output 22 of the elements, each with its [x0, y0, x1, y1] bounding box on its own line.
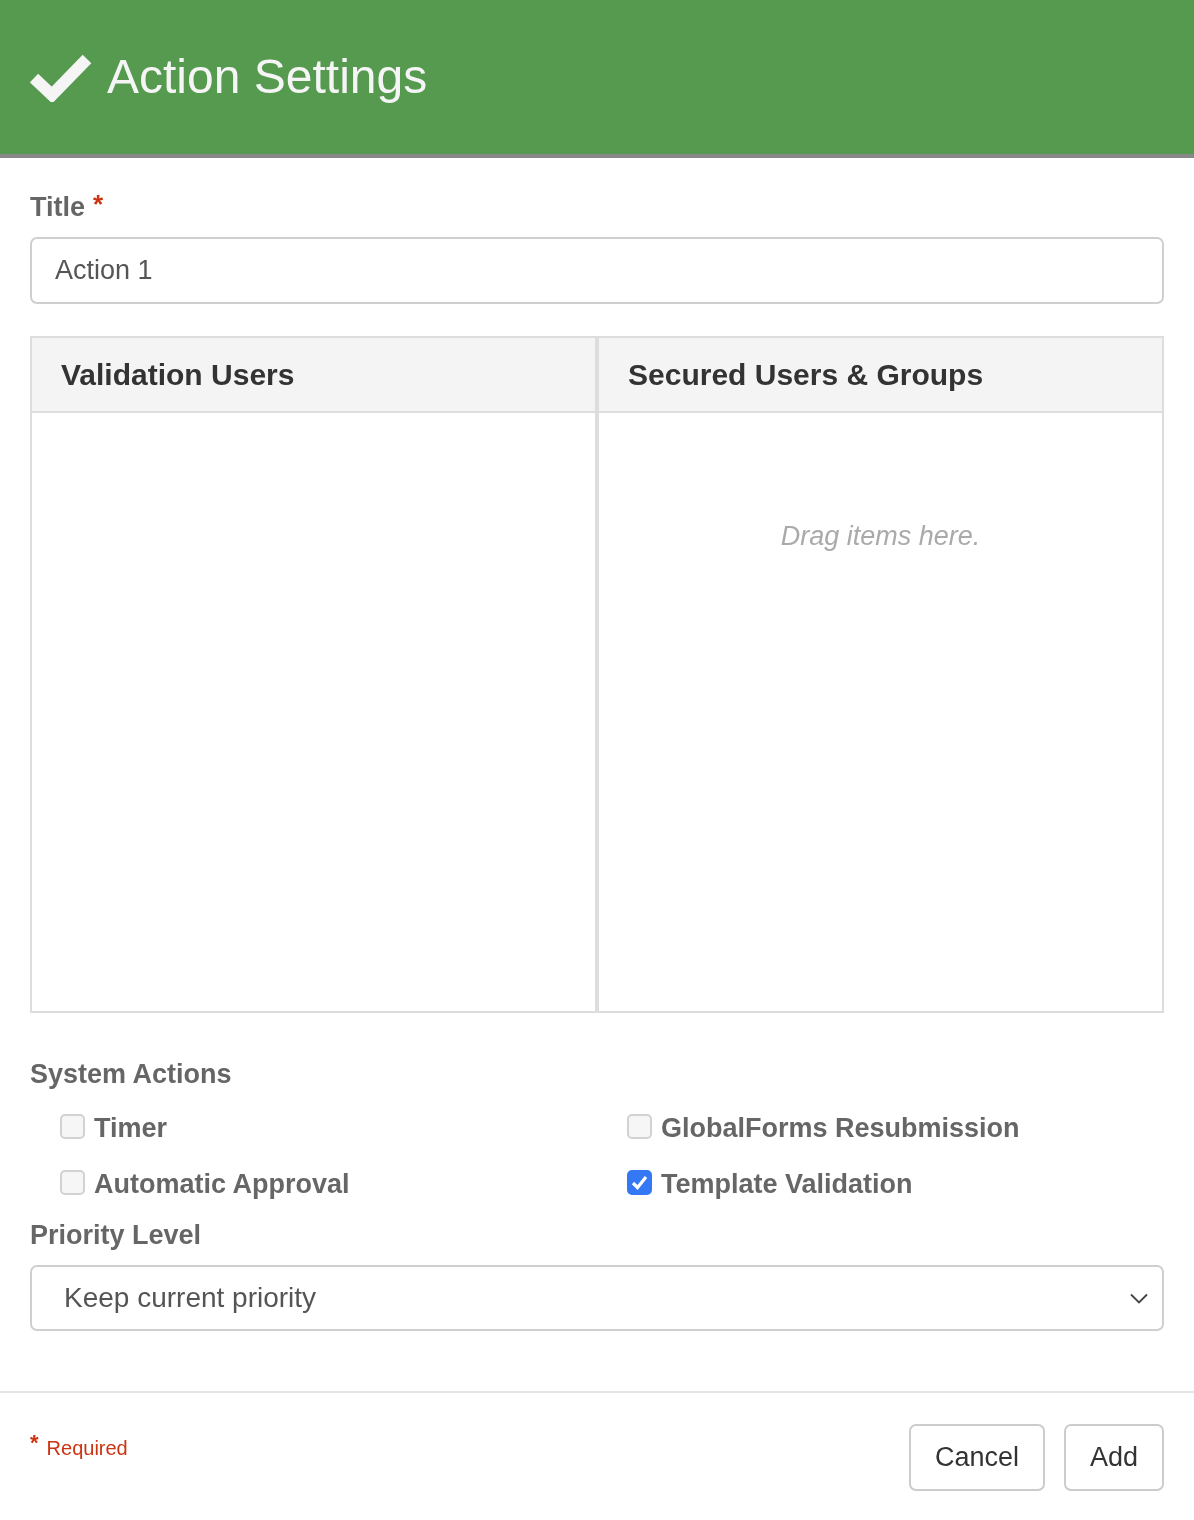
checkbox[interactable]	[627, 1169, 652, 1195]
chevron-down-icon	[1130, 1292, 1148, 1304]
checkmark-icon	[30, 52, 92, 102]
add-button[interactable]: Add	[1063, 1424, 1164, 1491]
field-label: Priority Level	[30, 1219, 202, 1251]
required-mark: *	[30, 1432, 39, 1454]
priority-select[interactable]: Keep current priority	[30, 1265, 1164, 1331]
field-label: Title	[30, 191, 85, 223]
panel-header: Validation Users	[32, 338, 595, 413]
required-mark: *	[93, 191, 104, 217]
required-note: Required	[46, 1436, 128, 1460]
checkbox-label: Template Validation	[661, 1168, 913, 1200]
checkbox-label: Automatic Approval	[94, 1168, 350, 1200]
drop-hint: Drag items here.	[780, 520, 981, 552]
dialog-title: Action Settings	[107, 49, 428, 105]
check-icon	[631, 1174, 648, 1190]
checkbox-label: Timer	[94, 1112, 168, 1144]
panel-header: Secured Users & Groups	[599, 338, 1162, 413]
cancel-button[interactable]: Cancel	[908, 1424, 1045, 1491]
title-input[interactable]: Action 1	[30, 237, 1164, 304]
checkbox-label: GlobalForms Resubmission	[661, 1112, 1020, 1144]
section-label: System Actions	[30, 1058, 232, 1090]
